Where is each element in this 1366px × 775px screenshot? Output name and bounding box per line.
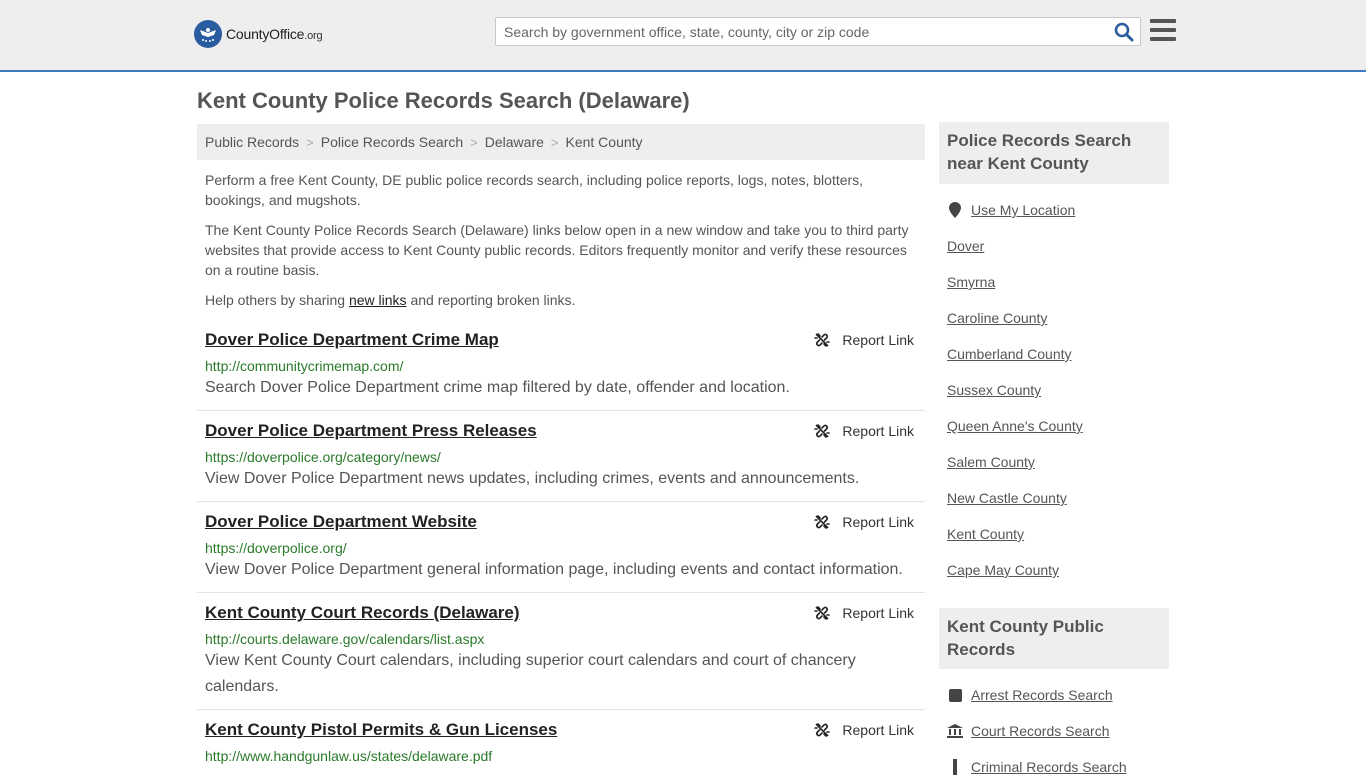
breadcrumb-separator-icon: > — [470, 134, 478, 150]
broken-link-icon — [814, 515, 831, 529]
breadcrumb-delaware[interactable]: Delaware — [485, 134, 544, 150]
arrest-records-link[interactable]: Arrest Records Search — [947, 687, 1113, 703]
result-url-link[interactable]: https://doverpolice.org/category/news/ — [205, 449, 441, 465]
near-link-queen-annes-county[interactable]: Queen Anne's County — [947, 418, 1083, 434]
result-url-link[interactable]: http://www.handgunlaw.us/states/delaware… — [205, 748, 492, 764]
near-link-cape-may-county[interactable]: Cape May County — [947, 562, 1059, 578]
sidebar-near-heading: Police Records Search near Kent County — [939, 122, 1169, 184]
breadcrumb-kent-county[interactable]: Kent County — [565, 134, 642, 150]
near-link-caroline-county[interactable]: Caroline County — [947, 310, 1047, 326]
report-link-button[interactable]: Report Link — [814, 514, 914, 530]
result-item: Dover Police Department Website Report L… — [197, 512, 925, 593]
search-input[interactable] — [496, 18, 1096, 45]
site-logo[interactable]: CountyOffice.org — [194, 20, 323, 48]
near-link-salem-county[interactable]: Salem County — [947, 454, 1035, 470]
result-description: View Dover Police Department general inf… — [205, 561, 903, 578]
result-title-link[interactable]: Kent County Pistol Permits & Gun License… — [205, 720, 557, 740]
new-links-link[interactable]: new links — [349, 292, 407, 308]
intro-paragraph: The Kent County Police Records Search (D… — [205, 222, 909, 278]
result-title-link[interactable]: Kent County Court Records (Delaware) — [205, 603, 520, 623]
sidebar-public-records-heading: Kent County Public Records — [939, 608, 1169, 669]
courthouse-icon — [947, 723, 963, 739]
result-url-link[interactable]: http://communitycrimemap.com/ — [205, 358, 403, 374]
criminal-records-link[interactable]: Criminal Records Search — [947, 759, 1127, 775]
use-my-location-link[interactable]: Use My Location — [947, 202, 1075, 218]
square-icon — [947, 687, 963, 703]
near-link-kent-county[interactable]: Kent County — [947, 526, 1024, 542]
breadcrumb-public-records[interactable]: Public Records — [205, 134, 299, 150]
result-title-link[interactable]: Dover Police Department Crime Map — [205, 330, 499, 350]
result-item: Kent County Pistol Permits & Gun License… — [197, 720, 925, 768]
location-pin-icon — [947, 202, 963, 218]
intro-paragraph: Perform a free Kent County, DE public po… — [205, 172, 864, 208]
broken-link-icon — [814, 723, 831, 737]
breadcrumb-separator-icon: > — [306, 134, 314, 150]
hamburger-menu-icon[interactable] — [1150, 19, 1176, 43]
report-link-button[interactable]: Report Link — [814, 423, 914, 439]
page-title: Kent County Police Records Search (Delaw… — [197, 88, 690, 113]
result-title-link[interactable]: Dover Police Department Website — [205, 512, 477, 532]
search-icon[interactable] — [1114, 22, 1134, 42]
court-records-link[interactable]: Court Records Search — [947, 723, 1110, 739]
breadcrumb: Public Records > Police Records Search >… — [197, 124, 925, 160]
near-link-dover[interactable]: Dover — [947, 238, 984, 254]
broken-link-icon — [814, 424, 831, 438]
result-item: Dover Police Department Crime Map Report… — [197, 330, 925, 411]
result-description: View Kent County Court calendars, includ… — [205, 652, 856, 695]
broken-link-icon — [814, 606, 831, 620]
result-description: View Dover Police Department news update… — [205, 470, 860, 487]
logo-wordmark: CountyOffice.org — [226, 26, 323, 42]
breadcrumb-separator-icon: > — [550, 134, 559, 150]
criminal-records-icon — [947, 759, 963, 775]
result-item: Dover Police Department Press Releases R… — [197, 421, 925, 502]
report-link-button[interactable]: Report Link — [814, 605, 914, 621]
search-bar — [495, 17, 1141, 46]
result-title-link[interactable]: Dover Police Department Press Releases — [205, 421, 537, 441]
near-link-new-castle-county[interactable]: New Castle County — [947, 490, 1067, 506]
near-link-cumberland-county[interactable]: Cumberland County — [947, 346, 1072, 362]
broken-link-icon — [814, 333, 831, 347]
top-header: CountyOffice.org — [0, 0, 1366, 72]
result-url-link[interactable]: http://courts.delaware.gov/calendars/lis… — [205, 631, 484, 647]
report-link-button[interactable]: Report Link — [814, 332, 914, 348]
near-link-smyrna[interactable]: Smyrna — [947, 274, 995, 290]
result-item: Kent County Court Records (Delaware) Rep… — [197, 603, 925, 710]
seal-icon — [194, 20, 222, 48]
result-url-link[interactable]: https://doverpolice.org/ — [205, 540, 347, 556]
help-paragraph: Help others by sharing new links and rep… — [205, 292, 576, 308]
result-description: Search Dover Police Department crime map… — [205, 379, 790, 396]
near-link-sussex-county[interactable]: Sussex County — [947, 382, 1041, 398]
report-link-button[interactable]: Report Link — [814, 722, 914, 738]
breadcrumb-police-records-search[interactable]: Police Records Search — [321, 134, 463, 150]
